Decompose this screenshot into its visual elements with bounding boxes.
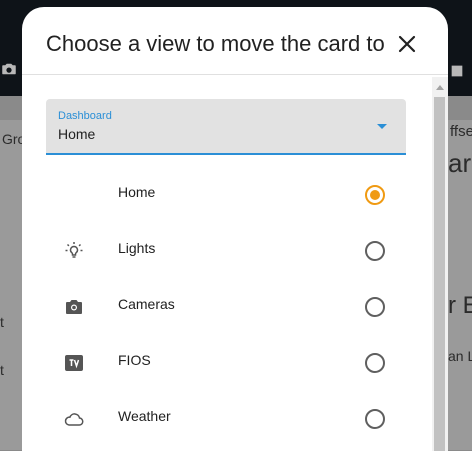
dashboard-select[interactable]: Dashboard Home: [46, 99, 406, 155]
scroll-thumb[interactable]: [434, 97, 445, 451]
background-text: t: [0, 362, 4, 378]
dialog-header: Choose a view to move the card to: [22, 7, 448, 75]
view-list: Home Lights Cameras FIOS Weather: [22, 167, 434, 447]
chevron-down-icon: [377, 124, 387, 129]
select-value: Home: [58, 126, 96, 142]
radio-button[interactable]: [365, 241, 385, 261]
close-icon: [398, 35, 416, 53]
background-text: ar: [448, 148, 472, 178]
move-card-dialog: Choose a view to move the card to Dashbo…: [22, 7, 448, 451]
radio-button[interactable]: [365, 185, 385, 205]
view-label: Home: [118, 184, 156, 200]
background-card-left: [0, 120, 22, 450]
radio-button[interactable]: [365, 353, 385, 373]
tv-icon: [62, 351, 86, 375]
view-label: Cameras: [118, 296, 175, 312]
radio-button[interactable]: [365, 297, 385, 317]
close-button[interactable]: [396, 33, 418, 55]
background-text: t: [0, 314, 4, 330]
background-text: r E: [448, 292, 472, 319]
scrollbar[interactable]: [432, 77, 448, 451]
select-label: Dashboard: [58, 110, 112, 122]
scroll-up-arrow-icon[interactable]: [436, 85, 444, 90]
calendar-icon: [449, 63, 465, 84]
lightbulb-icon: [62, 239, 86, 263]
cloud-icon: [62, 407, 86, 431]
view-item-fios[interactable]: FIOS: [22, 335, 434, 391]
view-label: Lights: [118, 240, 156, 256]
view-label: FIOS: [118, 352, 151, 368]
camera-icon: [62, 295, 86, 319]
background-text: an L: [448, 348, 472, 364]
background-text: ffse: [450, 123, 472, 140]
view-item-home[interactable]: Home: [22, 167, 434, 223]
dialog-title: Choose a view to move the card to: [46, 31, 385, 56]
view-label: Weather: [118, 408, 171, 424]
camera-icon: [0, 60, 18, 83]
view-item-lights[interactable]: Lights: [22, 223, 434, 279]
view-item-cameras[interactable]: Cameras: [22, 279, 434, 335]
radio-button[interactable]: [365, 409, 385, 429]
view-item-weather[interactable]: Weather: [22, 391, 434, 447]
